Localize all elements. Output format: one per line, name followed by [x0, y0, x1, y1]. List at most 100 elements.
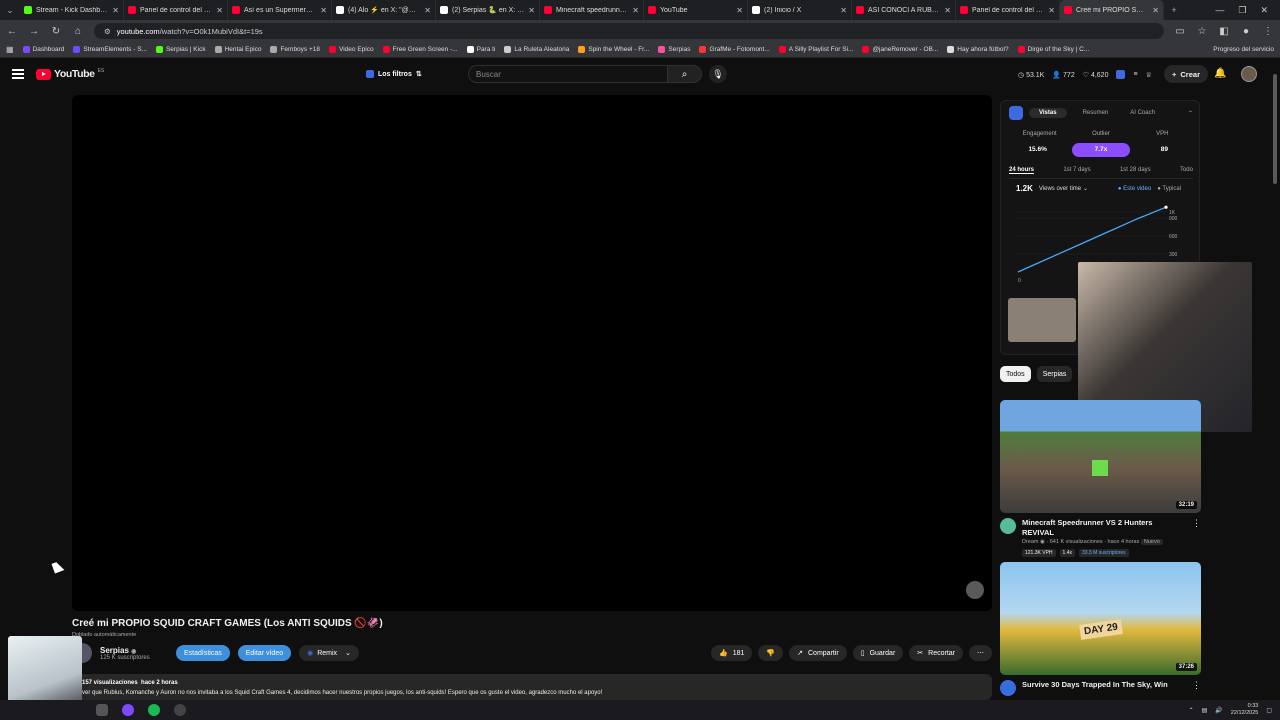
bookmark-item[interactable]: Femboys +18	[270, 46, 320, 53]
notifications-bell-icon[interactable]: 🔔	[1214, 68, 1226, 79]
clock[interactable]: 0:33 22/12/2025	[1231, 703, 1259, 717]
browser-tab[interactable]: (2) Inicio / X ✕	[748, 0, 852, 20]
chip-serpias[interactable]: Serpias	[1036, 366, 1073, 382]
clip-button[interactable]: ✂ Recortar	[909, 645, 963, 661]
bookmark-folder-right[interactable]: Progreso del servicio	[1213, 46, 1274, 53]
discord-icon[interactable]	[122, 704, 134, 716]
voice-search-button[interactable]: 🎙	[709, 65, 727, 83]
video-title[interactable]: Minecraft Speedrunner VS 2 Hunters REVIV…	[1022, 518, 1186, 538]
profile-icon[interactable]: ●	[1240, 26, 1252, 37]
video-thumbnail[interactable]: 32:19	[1000, 400, 1201, 513]
stats-button[interactable]: Estadísticas	[176, 645, 230, 661]
tray-chevron-icon[interactable]: ⌃	[1189, 707, 1194, 714]
remix-button[interactable]: ◉ Remix ⌄	[299, 645, 359, 661]
description-box[interactable]: 157 visualizaciones hace 2 horas ver que…	[72, 674, 992, 700]
chip-all[interactable]: Todos	[1000, 366, 1031, 382]
share-button[interactable]: ↗ Compartir	[789, 645, 847, 661]
bookmark-item[interactable]: La Ruleta Aleatoria	[504, 46, 569, 53]
network-icon[interactable]: ▤	[1202, 707, 1208, 714]
browser-tab[interactable]: Creé mi PROPIO SQUID C... ✕	[1060, 0, 1164, 20]
tab-close-icon[interactable]: ✕	[1152, 6, 1159, 15]
channel-avatar[interactable]	[1000, 680, 1016, 696]
tab-close-icon[interactable]: ✕	[944, 6, 951, 15]
chart-dropdown[interactable]: Views over time ⌄	[1039, 185, 1088, 192]
more-actions-button[interactable]: ⋯	[969, 645, 992, 661]
forward-icon[interactable]: →	[28, 26, 40, 37]
channel-name[interactable]: Serpias ◉	[100, 646, 168, 655]
new-tab-icon[interactable]: +	[1164, 0, 1184, 20]
ext-tab-summary[interactable]: Resumen	[1073, 110, 1119, 116]
bookmark-item[interactable]: Serpias	[658, 46, 690, 53]
tab-close-icon[interactable]: ✕	[320, 6, 327, 15]
video-player[interactable]	[72, 95, 992, 611]
ext-tab-coach[interactable]: AI Coach	[1124, 110, 1161, 116]
trophy-icon[interactable]: ♕	[1146, 71, 1152, 79]
filters-button[interactable]: Los filtros ⇅	[366, 67, 422, 81]
spotify-icon[interactable]	[148, 704, 160, 716]
ext-tab-views[interactable]: Vistas	[1029, 108, 1067, 118]
obs-icon[interactable]	[174, 704, 186, 716]
video-title[interactable]: Survive 30 Days Trapped In The Sky, Win	[1022, 680, 1186, 690]
browser-tab[interactable]: ASI CONOCI A RUBIUS Y A... ✕	[852, 0, 956, 20]
browser-tab[interactable]: (4) Alo ⚡ en X: "@Serpias" ✕	[332, 0, 436, 20]
back-icon[interactable]: ←	[6, 26, 18, 37]
cast-icon[interactable]: ▭	[1174, 26, 1186, 37]
reload-icon[interactable]: ↻	[50, 26, 62, 37]
rec-channel-name[interactable]: Dream	[1022, 539, 1039, 545]
url-field[interactable]: ⚙ youtube.com /watch?v=O0k1MubiVdI&t=19s	[94, 23, 1164, 39]
scrollbar-thumb[interactable]	[1273, 74, 1277, 184]
collapse-icon[interactable]: ⌃	[1188, 110, 1193, 117]
save-button[interactable]: ▯ Guardar	[852, 645, 904, 661]
browser-tab[interactable]: Panel de control del canal ✕	[124, 0, 228, 20]
search-button[interactable]: ⌕	[668, 65, 702, 83]
bookmark-star-icon[interactable]: ☆	[1196, 26, 1208, 37]
tab-close-icon[interactable]: ✕	[1048, 6, 1055, 15]
video-thumbnail[interactable]: DAY 29 37:26	[1000, 562, 1201, 675]
bookmark-item[interactable]: @janeRemover - OB...	[862, 46, 938, 53]
browser-tab[interactable]: Panel de control del canal ✕	[956, 0, 1060, 20]
tab-search-icon[interactable]: ⌄	[0, 0, 20, 20]
recommended-video[interactable]: DAY 29 37:26 Survive 30 Days Trapped In …	[1000, 562, 1201, 696]
period-7d[interactable]: 1st 7 days	[1063, 167, 1090, 174]
taskbar-app-icon[interactable]	[96, 704, 108, 716]
bookmark-item[interactable]: A Silly Playlist For Si...	[778, 46, 853, 53]
tab-close-icon[interactable]: ✕	[424, 6, 431, 15]
bookmark-item[interactable]: Video Epico	[329, 46, 374, 53]
bookmark-item[interactable]: StreamElements - S...	[73, 46, 147, 53]
extensions-icon[interactable]: ◧	[1218, 26, 1230, 37]
page-scrollbar[interactable]	[1272, 64, 1278, 700]
recommended-video[interactable]: 32:19 Minecraft Speedrunner VS 2 Hunters…	[1000, 400, 1201, 557]
bookmark-item[interactable]: Hentai Epico	[214, 46, 261, 53]
bookmark-item[interactable]: Dirge of the Sky | C...	[1017, 46, 1089, 53]
browser-tab[interactable]: YouTube ✕	[644, 0, 748, 20]
apps-icon[interactable]: ▦	[6, 45, 14, 54]
minimize-icon[interactable]: —	[1215, 5, 1224, 16]
bookmark-item[interactable]: Dashboard	[22, 46, 64, 53]
notifications-icon[interactable]: ▢	[1266, 707, 1272, 714]
browser-tab[interactable]: Así es un Supermercado en... ✕	[228, 0, 332, 20]
like-button[interactable]: 👍 181	[711, 645, 753, 661]
edit-video-button[interactable]: Editar vídeo	[237, 645, 292, 661]
account-avatar[interactable]	[1241, 66, 1257, 82]
browser-tab[interactable]: Minecraft speedrunner VS... ✕	[540, 0, 644, 20]
period-24h[interactable]: 24 hours	[1009, 167, 1035, 174]
tab-close-icon[interactable]: ✕	[632, 6, 639, 15]
channel-avatar[interactable]	[1000, 518, 1016, 534]
close-window-icon[interactable]: ✕	[1260, 5, 1268, 16]
player-overlay-icon[interactable]	[966, 581, 984, 599]
tab-close-icon[interactable]: ✕	[112, 6, 119, 15]
ext-logo-icon[interactable]	[1116, 70, 1126, 79]
create-button[interactable]: + Crear	[1164, 65, 1208, 83]
hamburger-menu-icon[interactable]	[12, 69, 24, 79]
tab-close-icon[interactable]: ✕	[216, 6, 223, 15]
bookmark-item[interactable]: Para ti	[466, 46, 495, 53]
more-vertical-icon[interactable]: ⋮	[1192, 680, 1201, 696]
browser-tab[interactable]: Stream - Kick Dashboard ✕	[20, 0, 124, 20]
period-all[interactable]: Todo	[1180, 167, 1193, 174]
browser-tab[interactable]: (2) Serpias 🐍 en X: "Cre..."✕	[436, 0, 540, 20]
filter-funnel-icon[interactable]: ≡	[1133, 71, 1137, 78]
bookmark-item[interactable]: Free Green Screen -...	[382, 46, 458, 53]
browser-menu-icon[interactable]: ⋮	[1262, 26, 1274, 37]
bookmark-item[interactable]: Hay ahora fútbol?	[947, 46, 1009, 53]
bookmark-item[interactable]: Spin the Wheel - Fr...	[578, 46, 649, 53]
